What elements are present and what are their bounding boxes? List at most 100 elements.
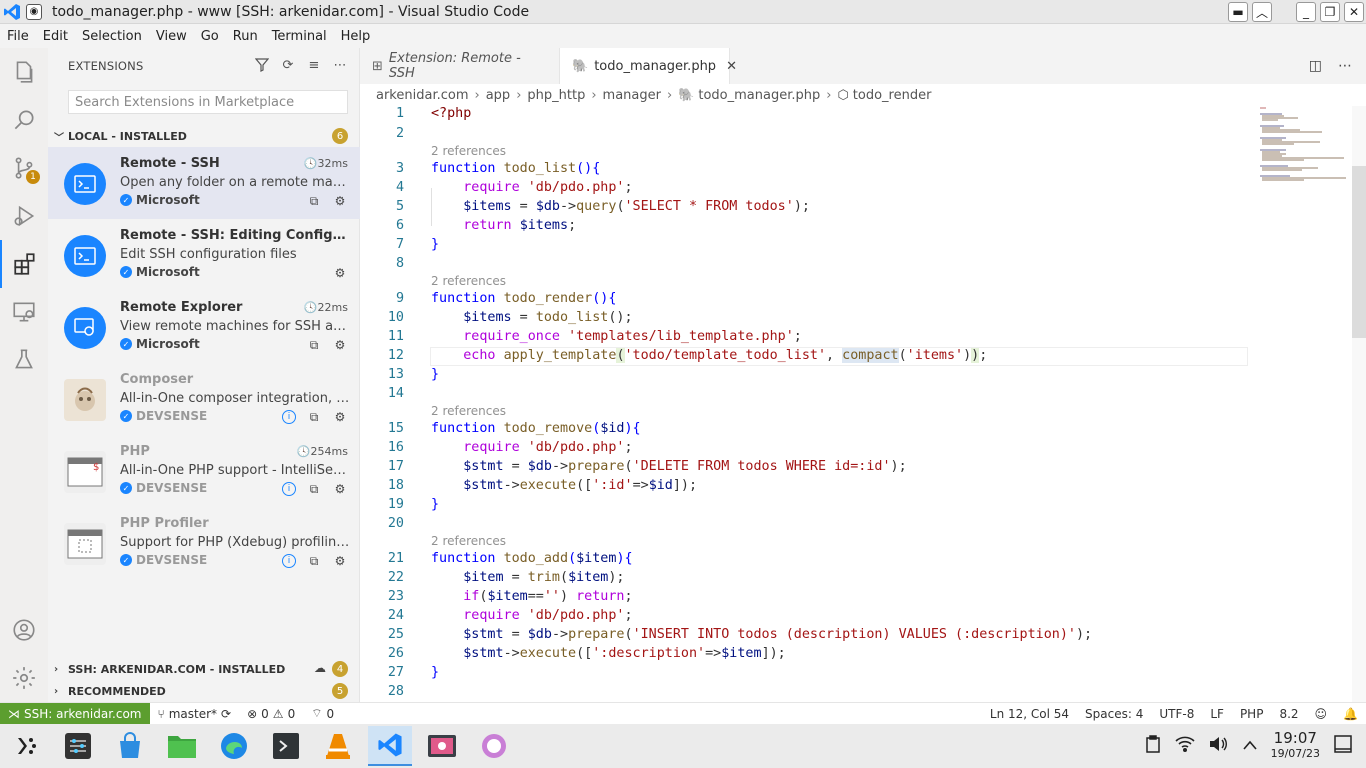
account-icon[interactable] <box>0 606 48 654</box>
screenshot-tool-icon[interactable] <box>420 726 464 766</box>
minimize-button[interactable]: _ <box>1296 2 1316 22</box>
cloud-download-icon[interactable]: ☁ <box>314 661 326 675</box>
sync-icon[interactable]: ⟳ <box>221 707 231 721</box>
code-lens-references[interactable]: 2 references <box>431 274 506 288</box>
extension-item[interactable]: Remote Explorer 🕓22ms View remote machin… <box>48 291 360 363</box>
file-manager-icon[interactable] <box>160 726 204 766</box>
window-menu-icon[interactable]: ◉ <box>26 3 42 20</box>
php-version[interactable]: 8.2 <box>1271 707 1306 721</box>
menu-edit[interactable]: Edit <box>36 29 75 44</box>
info-icon[interactable]: i <box>282 554 296 568</box>
testing-icon[interactable] <box>0 336 48 384</box>
minimap[interactable] <box>1258 106 1352 196</box>
app-icon[interactable] <box>472 726 516 766</box>
menu-run[interactable]: Run <box>226 29 265 44</box>
run-debug-icon[interactable] <box>0 192 48 240</box>
vscode-taskbar-icon[interactable] <box>368 726 412 766</box>
manage-gear-icon[interactable]: ⚙ <box>332 481 348 497</box>
remote-sync-icon[interactable]: ⧉ <box>306 193 322 209</box>
breadcrumb-item[interactable]: todo_render <box>853 88 932 103</box>
scrollbar-thumb[interactable] <box>1352 166 1366 338</box>
cursor-position[interactable]: Ln 12, Col 54 <box>982 707 1077 721</box>
feedback-icon[interactable]: ☺ <box>1307 707 1336 721</box>
close-button[interactable]: ✕ <box>1344 2 1364 22</box>
menu-selection[interactable]: Selection <box>75 29 149 44</box>
breadcrumb-item[interactable]: php_http <box>527 88 585 103</box>
extensions-icon[interactable] <box>0 240 48 288</box>
chevron-up-icon[interactable] <box>1242 739 1257 754</box>
menu-view[interactable]: View <box>149 29 194 44</box>
volume-icon[interactable] <box>1209 736 1229 756</box>
remote-sync-icon[interactable]: ⧉ <box>306 337 322 353</box>
indentation[interactable]: Spaces: 4 <box>1077 707 1151 721</box>
filter-icon[interactable] <box>253 56 271 74</box>
manage-gear-icon[interactable]: ⚙ <box>332 409 348 425</box>
edge-browser-icon[interactable] <box>212 726 256 766</box>
menu-help[interactable]: Help <box>334 29 378 44</box>
keep-above-icon[interactable]: ︿ <box>1252 2 1272 22</box>
show-desktop-icon[interactable] <box>1334 735 1352 757</box>
breadcrumb-item[interactable]: manager <box>603 88 661 103</box>
remote-sync-icon[interactable]: ⧉ <box>306 409 322 425</box>
info-icon[interactable]: i <box>282 482 296 496</box>
breadcrumb-item[interactable]: app <box>486 88 510 103</box>
menu-file[interactable]: File <box>0 29 36 44</box>
vertical-scrollbar[interactable] <box>1352 106 1366 702</box>
info-icon[interactable]: i <box>282 410 296 424</box>
discover-store-icon[interactable] <box>108 726 152 766</box>
remote-sync-icon[interactable]: ⧉ <box>306 553 322 569</box>
clock[interactable]: 19:07 19/07/23 <box>1271 730 1320 762</box>
more-actions-icon[interactable]: ⋯ <box>331 56 349 74</box>
breadcrumb-item[interactable]: arkenidar.com <box>376 88 469 103</box>
code-lens-references[interactable]: 2 references <box>431 534 506 548</box>
source-control-icon[interactable]: 1 <box>0 144 48 192</box>
app-launcher-icon[interactable] <box>4 726 48 766</box>
extensions-search-input[interactable]: Search Extensions in Marketplace <box>68 90 348 114</box>
manage-gear-icon[interactable] <box>0 654 48 702</box>
maximize-button[interactable]: ❐ <box>1320 2 1340 22</box>
breadcrumb-item[interactable]: todo_manager.php <box>698 88 820 103</box>
notifications-bell-icon[interactable]: 🔔 <box>1335 707 1366 721</box>
explorer-icon[interactable] <box>0 48 48 96</box>
manage-gear-icon[interactable]: ⚙ <box>332 337 348 353</box>
local-installed-section[interactable]: ﹀ LOCAL - INSTALLED 6 <box>48 125 360 147</box>
tab-todo-manager[interactable]: 🐘 todo_manager.php ✕ <box>560 48 737 84</box>
tab-extension-remote-ssh[interactable]: ⊞ Extension: Remote - SSH <box>360 48 560 84</box>
menu-go[interactable]: Go <box>194 29 226 44</box>
close-tab-icon[interactable]: ✕ <box>726 59 737 74</box>
problems-indicator[interactable]: ⊗ 0 ⚠ 0 <box>239 707 303 721</box>
manage-gear-icon[interactable]: ⚙ <box>332 553 348 569</box>
extension-item[interactable]: PHP Profiler Support for PHP (Xdebug) pr… <box>48 507 360 579</box>
split-editor-icon[interactable]: ◫ <box>1309 58 1322 74</box>
remote-explorer-icon[interactable] <box>0 288 48 336</box>
menu-terminal[interactable]: Terminal <box>265 29 334 44</box>
manage-gear-icon[interactable]: ⚙ <box>332 265 348 281</box>
extension-item[interactable]: $ PHP 🕓254ms All-in-One PHP support - In… <box>48 435 360 507</box>
extension-item[interactable]: Composer All-in-One composer integration… <box>48 363 360 435</box>
refresh-icon[interactable]: ⟳ <box>279 56 297 74</box>
end-of-line[interactable]: LF <box>1202 707 1232 721</box>
language-mode[interactable]: PHP <box>1232 707 1272 721</box>
window-shade-icon[interactable]: ▬ <box>1228 2 1248 22</box>
terminal-icon[interactable] <box>264 726 308 766</box>
code-editor[interactable]: 1 <?php 2 2 references 3 function todo_lis… <box>360 106 1366 702</box>
extension-item[interactable]: Remote - SSH: Editing Configurati... Edi… <box>48 219 360 291</box>
ssh-installed-section[interactable]: › SSH: ARKENIDAR.COM - INSTALLED ☁ 4 <box>48 658 360 680</box>
clipboard-icon[interactable] <box>1145 735 1161 757</box>
remote-sync-icon[interactable]: ⧉ <box>306 481 322 497</box>
code-lens-references[interactable]: 2 references <box>431 404 506 418</box>
remote-indicator[interactable]: ⋊ SSH: arkenidar.com <box>0 702 150 725</box>
wifi-icon[interactable] <box>1175 736 1195 756</box>
recommended-section[interactable]: › RECOMMENDED 5 <box>48 680 360 702</box>
manage-gear-icon[interactable]: ⚙ <box>332 193 348 209</box>
more-actions-icon[interactable]: ⋯ <box>1338 58 1352 74</box>
search-icon[interactable] <box>0 96 48 144</box>
vlc-icon[interactable] <box>316 726 360 766</box>
ports-indicator[interactable]: ⌔ 0 <box>303 706 342 721</box>
code-lens-references[interactable]: 2 references <box>431 144 506 158</box>
system-settings-icon[interactable] <box>56 726 100 766</box>
clear-icon[interactable]: ≡ <box>305 56 323 74</box>
encoding[interactable]: UTF-8 <box>1151 707 1202 721</box>
extension-item[interactable]: Remote - SSH 🕓32ms Open any folder on a … <box>48 147 360 219</box>
git-branch[interactable]: ⑂ master* ⟳ <box>150 707 240 721</box>
